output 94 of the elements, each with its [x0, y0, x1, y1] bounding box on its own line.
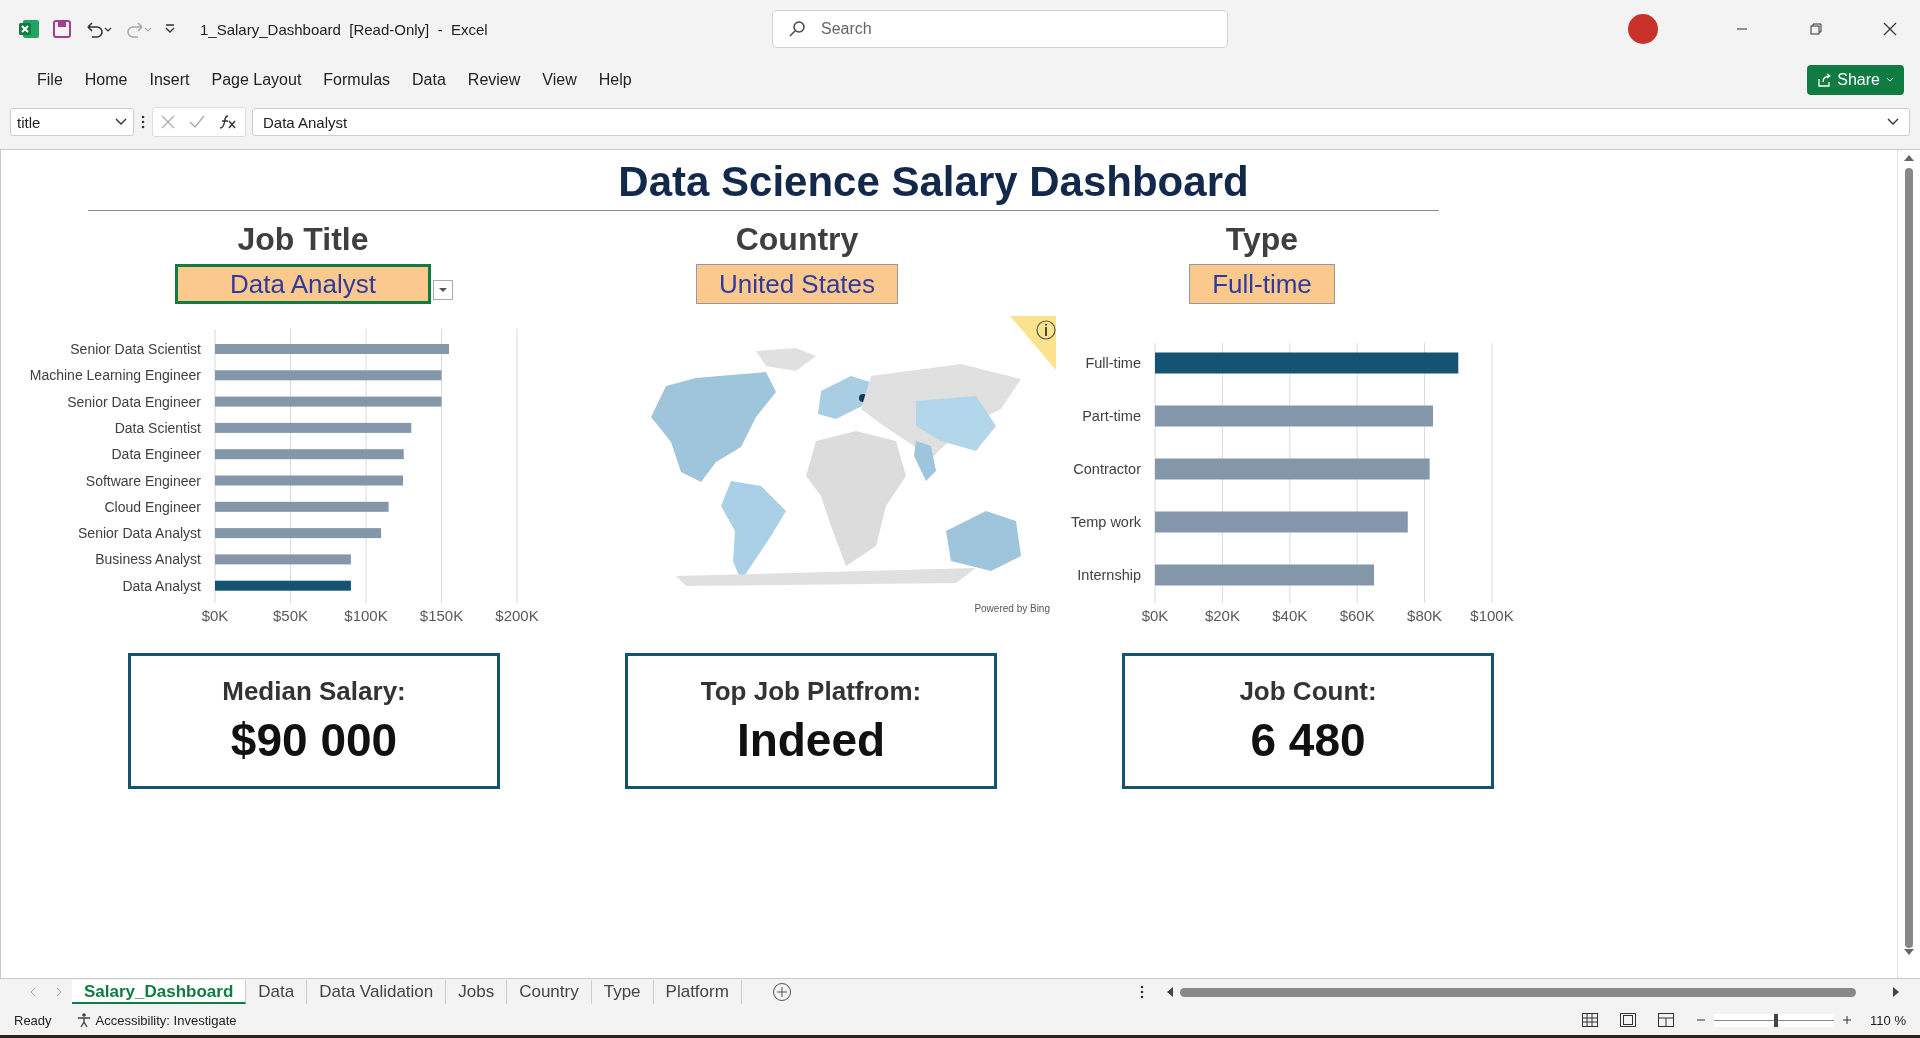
save-icon[interactable]: [52, 19, 72, 39]
kpi-value: Indeed: [736, 712, 886, 767]
ribbon-tab[interactable]: View: [531, 65, 588, 95]
scroll-right-icon[interactable]: [1892, 987, 1900, 997]
horizontal-scrollbar[interactable]: [1180, 987, 1856, 997]
page-break-icon[interactable]: [1658, 1013, 1675, 1027]
kpi-value: 6 480: [1250, 712, 1366, 767]
axis-label: Machine Learning Engineer: [29, 367, 201, 384]
accessibility-icon[interactable]: [75, 1012, 92, 1028]
sheet-tab[interactable]: Platform: [653, 980, 742, 1004]
avatar[interactable]: [1628, 14, 1658, 44]
tick-label: $100K: [1470, 607, 1514, 624]
tick-label: $40K: [1272, 607, 1308, 624]
scroll-up-icon[interactable]: [1904, 154, 1914, 162]
filter-label: Country: [735, 221, 859, 258]
excel-logo-icon[interactable]: [18, 18, 40, 40]
normal-view-icon[interactable]: [1582, 1013, 1599, 1027]
axis-label: Data Engineer: [111, 446, 201, 463]
axis-label: Data Scientist: [114, 419, 201, 436]
axis-label: Part-time: [1082, 408, 1141, 424]
sheet-tab[interactable]: Country: [507, 980, 592, 1004]
zoom-in-icon[interactable]: [1842, 1015, 1853, 1025]
add-sheet-icon[interactable]: [771, 982, 792, 1002]
more-options-icon[interactable]: [1140, 985, 1144, 999]
axis-label: Software Engineer: [85, 472, 201, 489]
axis-label: Business Analyst: [95, 551, 201, 568]
axis-label: Temp work: [1070, 514, 1141, 530]
page-layout-icon[interactable]: [1620, 1013, 1637, 1027]
share-icon: [1817, 73, 1832, 87]
filter-label: Job Title: [237, 221, 369, 258]
sheet-tab[interactable]: Data: [246, 980, 308, 1004]
search-field[interactable]: Search: [772, 10, 1228, 48]
filter-cell[interactable]: United States: [695, 264, 899, 304]
window-title: 1_Salary_Dashboard [Read-Only] - Excel: [200, 20, 488, 38]
info-icon[interactable]: [1010, 316, 1056, 370]
accessibility-status[interactable]: Accessibility: Investigate: [95, 1012, 237, 1028]
tick-label: $0K: [1141, 607, 1169, 624]
kpi-value: $90 000: [230, 712, 398, 767]
axis-label: Senior Data Scientist: [70, 341, 201, 357]
scroll-left-icon[interactable]: [1166, 987, 1174, 997]
axis-label: Cloud Engineer: [104, 498, 201, 515]
tick-label: $0K: [201, 607, 229, 624]
ribbon-tab[interactable]: Review: [456, 65, 532, 95]
caret-icon: [439, 287, 447, 293]
axis-label: Full-time: [1085, 355, 1141, 371]
caret-icon: [115, 118, 127, 126]
vertical-scrollbar[interactable]: [1905, 168, 1913, 948]
sheet-tab[interactable]: Type: [591, 980, 654, 1004]
ribbon-tab[interactable]: Data: [401, 65, 457, 95]
dropdown-button[interactable]: [433, 280, 453, 300]
ribbon-tab[interactable]: File: [26, 65, 74, 95]
ribbon-tab[interactable]: Insert: [138, 65, 201, 95]
ribbon-tab[interactable]: Home: [73, 65, 139, 95]
axis-label: Data Analyst: [122, 577, 201, 594]
kpi-label: Job Count:: [1239, 675, 1377, 707]
ribbon-tab[interactable]: Page Layout: [200, 65, 313, 95]
sheet-tab[interactable]: Salary_Dashboard: [72, 980, 247, 1004]
kpi-label: Top Job Platfrom:: [700, 675, 922, 707]
axis-label: Senior Data Analyst: [78, 525, 201, 542]
status-text: Ready: [14, 1012, 52, 1028]
ribbon-tab[interactable]: Help: [587, 65, 643, 95]
tick-label: $100K: [344, 607, 388, 624]
zoom-level[interactable]: 110 %: [1870, 1012, 1906, 1028]
close-icon: [1883, 22, 1897, 36]
name-box[interactable]: title: [10, 108, 134, 136]
tick-label: $200K: [495, 607, 539, 624]
customize-caret-icon[interactable]: [164, 23, 176, 35]
undo-icon[interactable]: [84, 19, 112, 39]
formula-field[interactable]: Data Analyst: [252, 108, 1910, 136]
tick-label: $60K: [1339, 607, 1375, 624]
tick-label: $20K: [1204, 607, 1240, 624]
more-options-icon[interactable]: [140, 115, 146, 129]
filter-cell[interactable]: Full-time: [1189, 264, 1335, 304]
caret-icon: [1886, 76, 1894, 84]
map-credit: Powered by Bing: [974, 603, 1050, 614]
axis-label: Internship: [1077, 567, 1141, 583]
insert-function-icon[interactable]: [219, 113, 237, 131]
tick-label: $80K: [1407, 607, 1443, 624]
tick-label: $150K: [419, 607, 464, 624]
filter-cell[interactable]: Data Analyst: [175, 264, 431, 304]
axis-label: Senior Data Engineer: [67, 393, 201, 410]
restore-icon: [1810, 23, 1822, 35]
ribbon-tab[interactable]: Formulas: [312, 65, 402, 95]
share-button[interactable]: Share: [1807, 65, 1904, 95]
axis-label: Contractor: [1073, 461, 1141, 477]
sheet-tab[interactable]: Jobs: [446, 980, 508, 1004]
tick-label: $50K: [273, 607, 308, 624]
kpi-label: Median Salary:: [222, 675, 406, 707]
zoom-slider[interactable]: [1714, 1013, 1835, 1027]
filter-label: Type: [1225, 221, 1299, 258]
sheet-tab[interactable]: Data Validation: [307, 980, 447, 1004]
search-icon: [788, 20, 806, 38]
dashboard-title: Data Science Salary Dashboard: [88, 158, 1439, 211]
expand-caret-icon[interactable]: [1887, 118, 1899, 126]
